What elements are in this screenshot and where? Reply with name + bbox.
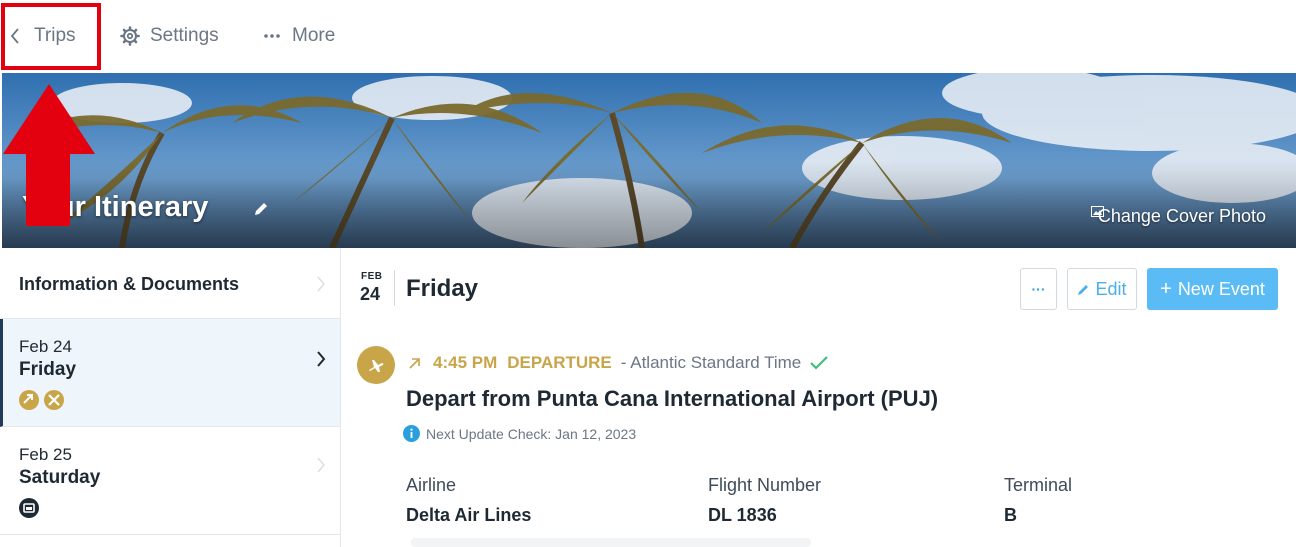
- edit-button[interactable]: Edit: [1067, 268, 1137, 310]
- update-check-text: Next Update Check: Jan 12, 2023: [426, 425, 637, 442]
- flight-number-field: Flight Number DL 1836: [708, 475, 821, 526]
- sidebar-day-weekday: Saturday: [19, 467, 101, 488]
- chevron-right-icon: [317, 457, 325, 473]
- date-divider: [394, 270, 395, 306]
- field-value: Delta Air Lines: [406, 505, 532, 525]
- sidebar-item-feb-25[interactable]: Feb 25 Saturday: [0, 427, 340, 535]
- date-month: FEB: [361, 271, 383, 282]
- more-menu[interactable]: More: [263, 22, 335, 50]
- loading-placeholder: [411, 538, 811, 547]
- flight-icon: [357, 346, 395, 384]
- ellipsis-icon: [263, 33, 281, 39]
- day-title: Friday: [406, 275, 479, 302]
- info-icon: [403, 425, 420, 442]
- new-event-button[interactable]: + New Event: [1147, 268, 1278, 310]
- event-kind: DEPARTURE: [507, 353, 612, 372]
- event-time: 4:45 PM: [433, 353, 498, 372]
- field-label: Flight Number: [708, 475, 822, 495]
- pencil-icon: [1078, 284, 1089, 295]
- back-label: Trips: [34, 25, 76, 46]
- settings-link[interactable]: Settings: [120, 22, 219, 50]
- chevron-left-icon: [10, 28, 20, 44]
- event-time-line: 4:45 PM DEPARTURE - Atlantic Standard Ti…: [408, 353, 829, 373]
- gear-icon: [120, 26, 140, 46]
- chevron-right-icon: [317, 276, 325, 292]
- sidebar-day-weekday: Friday: [19, 359, 77, 380]
- edit-label: Edit: [1095, 278, 1127, 299]
- update-check-line: Next Update Check: Jan 12, 2023: [403, 425, 636, 442]
- more-options-button[interactable]: ···: [1020, 268, 1057, 310]
- airline-field: Airline Delta Air Lines: [406, 475, 531, 526]
- change-cover-label: Change Cover Photo: [1097, 206, 1266, 226]
- flight-icon: [19, 390, 39, 410]
- event-timezone: - Atlantic Standard Time: [620, 353, 802, 372]
- terminal-field: Terminal B: [1004, 475, 1072, 526]
- sidebar-item-label: Information & Documents: [19, 274, 240, 294]
- field-label: Terminal: [1004, 475, 1073, 495]
- back-to-trips-link[interactable]: Trips: [10, 22, 76, 50]
- flight-icon: [44, 390, 64, 410]
- sidebar: Information & Documents Feb 24 Friday Fe…: [0, 248, 341, 547]
- day-detail-panel: FEB 24 Friday ··· Edit + New Event 4:45 …: [341, 248, 1296, 547]
- plus-icon: +: [1160, 277, 1172, 300]
- event-title[interactable]: Depart from Punta Cana International Air…: [406, 386, 938, 412]
- sidebar-day-date: Feb 25: [19, 445, 72, 464]
- sidebar-item-information[interactable]: Information & Documents: [0, 248, 340, 319]
- top-nav: Trips Settings More: [0, 0, 1296, 73]
- sidebar-day-date: Feb 24: [19, 337, 72, 356]
- date-day: 24: [360, 284, 381, 304]
- sidebar-item-feb-24[interactable]: Feb 24 Friday: [0, 319, 340, 427]
- settings-label: Settings: [150, 25, 219, 46]
- checkmark-icon: [810, 356, 829, 370]
- chevron-right-icon: [317, 351, 326, 367]
- itinerary-title: Your Itinerary: [22, 191, 209, 223]
- change-cover-photo-button[interactable]: Change Cover Photo: [1090, 206, 1266, 227]
- more-label: More: [292, 25, 336, 46]
- new-event-label: New Event: [1177, 278, 1265, 299]
- field-value: B: [1004, 505, 1017, 525]
- lodging-icon: [19, 498, 39, 518]
- field-label: Airline: [406, 475, 457, 495]
- cover-photo: Your Itinerary Change Cover Photo: [2, 73, 1296, 248]
- arrow-up-right-icon: [409, 357, 420, 369]
- field-value: DL 1836: [708, 505, 777, 525]
